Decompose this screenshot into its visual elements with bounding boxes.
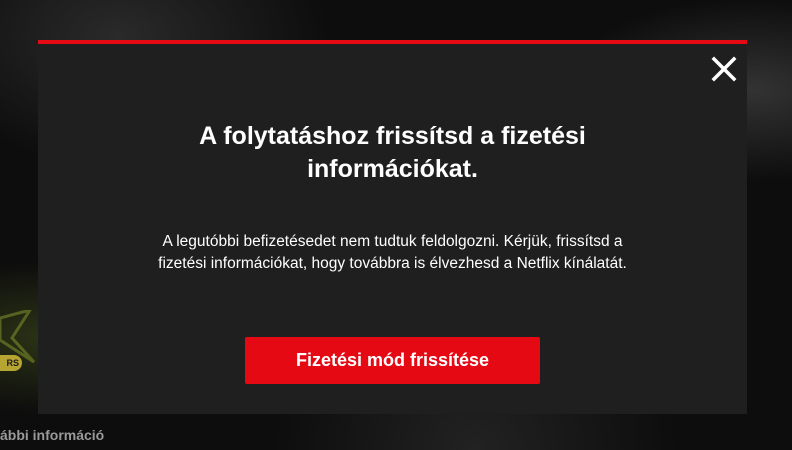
update-payment-method-button[interactable]: Fizetési mód frissítése — [245, 337, 540, 384]
payment-update-modal: A folytatáshoz frissítsd a fizetési info… — [38, 40, 747, 414]
modal-title: A folytatáshoz frissítsd a fizetési info… — [199, 122, 586, 183]
modal-message: A legutóbbi befizetésedet nem tudtuk fel… — [158, 233, 627, 272]
more-info-link[interactable]: ábbi információ — [0, 427, 104, 443]
close-icon[interactable] — [709, 54, 739, 84]
background-badge: RS — [0, 355, 22, 371]
